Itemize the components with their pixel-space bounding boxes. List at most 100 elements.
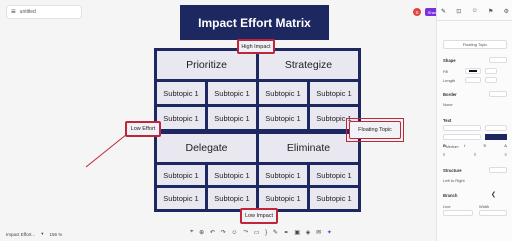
callout-low-impact[interactable]: Low Impact [240,208,278,224]
subtopic-label: Subtopic 1 [316,194,352,203]
undo-icon[interactable]: ↶ [210,229,215,236]
line-label: Line [443,204,451,209]
length-input-2[interactable] [485,77,497,83]
subtopic[interactable]: Subtopic 1 [157,188,205,209]
callout-label: Low Impact [244,213,274,219]
branch-label: Branch [443,193,458,198]
shape-select[interactable] [489,57,507,63]
boundary-icon[interactable]: ▭ [254,229,260,236]
subtopic[interactable]: Subtopic 1 [259,188,307,209]
subtopic[interactable]: Subtopic 1 [208,107,256,129]
width-label: Width [479,204,490,209]
subtopic-label: Subtopic 1 [214,194,250,203]
quadrant-delegate[interactable]: Delegate [157,134,256,162]
redo-icon[interactable]: ↷ [221,229,226,236]
line-select[interactable] [443,210,473,216]
border-style-select[interactable] [489,91,507,97]
subtopic[interactable]: Subtopic 1 [259,82,307,104]
subtopic[interactable]: Subtopic 1 [259,107,307,129]
italic-icon[interactable]: I [464,143,465,149]
topic-type-select[interactable]: Floating Topic [443,40,507,49]
panel-tabs: ✎ ⊡ ☺ ⚑ ⚙ [441,6,509,16]
strikethrough-icon[interactable]: S [483,143,486,149]
structure-value[interactable]: Left to Right [443,178,465,183]
subtopic[interactable]: Subtopic 1 [208,165,256,185]
relationship-icon[interactable]: ⤳ [243,229,248,236]
subtopic-label: Subtopic 1 [265,170,301,180]
fill-color-picker[interactable] [465,68,481,74]
callout-low-effort[interactable]: Low Effort [125,121,161,137]
subtopic[interactable]: Subtopic 1 [157,107,205,129]
subtopic-label: Subtopic 1 [316,88,352,98]
sticker-icon[interactable]: ☺ [231,230,237,236]
border-value[interactable]: None [443,102,453,107]
image-icon[interactable]: ▣ [294,229,300,236]
subtopic[interactable]: Subtopic 1 [157,165,205,185]
quadrant-label: Strategize [284,59,333,71]
callout-label: Low Effort [130,126,156,132]
shape-section: Shape Fill Length [443,57,507,88]
align-left-icon[interactable]: ≡ [443,152,445,158]
border-section: Border None [443,91,507,112]
map-name[interactable]: Impact Effort... [6,232,35,237]
avatar[interactable]: S [413,8,421,16]
format-icon[interactable]: ✎ [441,8,446,15]
callout-label: Floating Topic [358,127,392,133]
text-color-icon[interactable]: A [504,143,507,149]
subtopic[interactable]: Subtopic 1 [310,165,358,185]
subtopic[interactable]: Subtopic 1 [310,188,358,209]
subtopic[interactable]: Subtopic 1 [208,188,256,209]
fill-opacity[interactable] [485,68,497,74]
ai-sparkle-icon[interactable]: ✦ [327,229,332,236]
document-name[interactable]: untitled [20,9,36,15]
subtopic[interactable]: Subtopic 1 [259,165,307,185]
font-family-select[interactable]: NeueMontreal [443,125,481,140]
quadrant-eliminate[interactable]: Eliminate [259,134,358,162]
branch-section: Branch ❮ Line Width [443,191,507,223]
text-section: Text NeueMontreal 14 Medium B I S A ≡ ≡ … [443,118,507,162]
marker-icon[interactable]: ⚑ [488,8,493,15]
callout-label: High Impact [241,43,271,50]
label-icon[interactable]: ◈ [306,229,311,236]
structure-toggle[interactable] [489,167,507,173]
subtopic-label: Subtopic 1 [163,170,199,180]
panel-divider [437,20,512,21]
font-size-select[interactable]: 14 [485,125,507,140]
text-color-swatch[interactable] [485,134,507,140]
matrix-title[interactable]: Impact Effort Matrix [180,5,329,40]
icon-picker-icon[interactable]: ☺ [472,8,478,14]
chevron-down-icon[interactable]: ▾ [41,231,43,237]
topic-type-label: Floating Topic [462,42,488,47]
text-label: Text [443,118,452,123]
subtopic-label: Subtopic 1 [265,194,301,203]
quadrant-prioritize[interactable]: Prioritize [157,51,256,79]
comment-icon[interactable]: ✉ [316,229,321,236]
subtopic-label: Subtopic 1 [214,88,250,98]
subtopic[interactable]: Subtopic 1 [157,82,205,104]
font-weight-select[interactable]: Medium [443,134,481,149]
subtopic-label: Subtopic 1 [214,170,250,180]
summary-icon[interactable]: } [265,230,267,236]
quadrant-strategize[interactable]: Strategize [259,51,358,79]
callout-floating-topic[interactable]: Floating Topic [349,121,401,139]
link-icon[interactable]: ⚭ [284,229,289,236]
bold-icon[interactable]: B [443,143,446,149]
zoom-level[interactable]: 156 % [49,232,62,237]
align-right-icon[interactable]: ≡ [505,152,507,158]
settings-icon[interactable]: ⚙ [504,8,509,15]
align-center-icon[interactable]: ≡ [474,152,476,158]
width-select[interactable] [479,210,507,216]
length-input[interactable] [465,77,481,83]
note-icon[interactable]: ✎ [273,229,278,236]
subtopic[interactable]: Subtopic 1 [310,82,358,104]
subtopic-label: Subtopic 1 [265,113,301,123]
subtopic[interactable]: Subtopic 1 [208,82,256,104]
branch-curve-icon[interactable]: ❮ [491,191,496,198]
quadrant-label: Delegate [185,142,228,154]
document-title-bar[interactable]: ≡ untitled [6,5,82,19]
select-tool-icon[interactable]: ⌖ [190,229,193,236]
callout-high-impact[interactable]: High Impact [237,39,275,54]
topic-tool-icon[interactable]: ⊕ [199,229,204,236]
style-icon[interactable]: ⊡ [456,8,461,15]
menu-icon[interactable]: ≡ [11,8,16,16]
